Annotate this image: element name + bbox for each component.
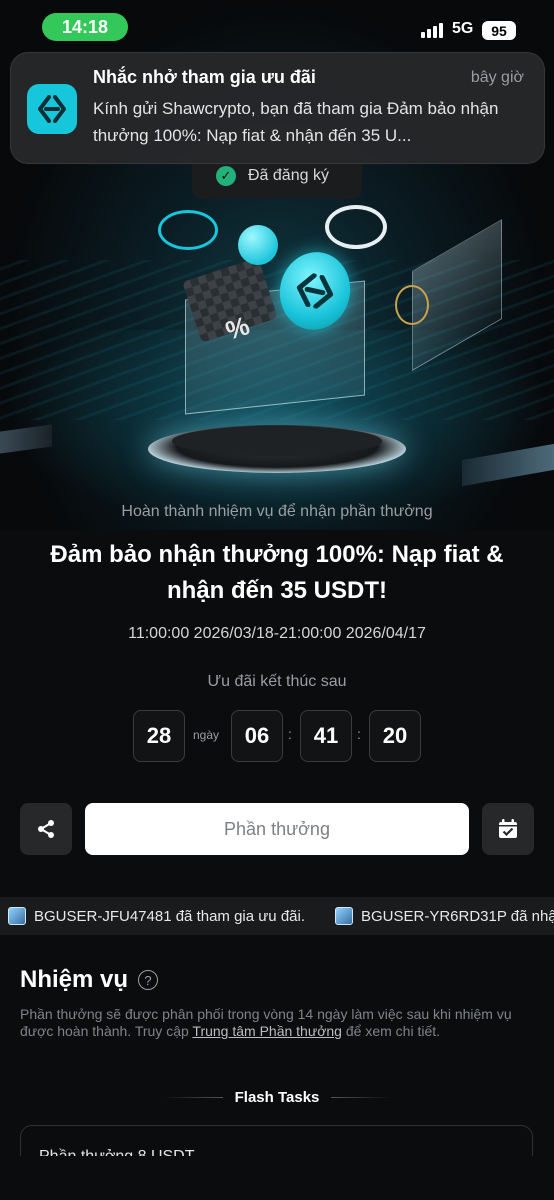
countdown-timer: 28 ngày 06 : 41 : 20 bbox=[0, 710, 554, 762]
rewards-center-link[interactable]: Trung tâm Phần thưởng bbox=[192, 1023, 342, 1039]
divider-right bbox=[331, 1097, 392, 1098]
hero-ring bbox=[395, 285, 429, 325]
app-logo-icon bbox=[27, 84, 77, 134]
reward-button[interactable]: Phần thưởng bbox=[85, 803, 469, 855]
countdown-minutes: 41 bbox=[300, 710, 352, 762]
signal-icon bbox=[421, 22, 443, 38]
battery-indicator: 95 bbox=[482, 21, 516, 40]
tasks-heading: Nhiệm vụ ? bbox=[20, 966, 159, 994]
share-button[interactable] bbox=[20, 803, 72, 855]
promo-ends-label: Ưu đãi kết thúc sau bbox=[207, 673, 347, 690]
push-notification[interactable]: Nhắc nhở tham gia ưu đãi bây giờ Kính gử… bbox=[10, 52, 545, 164]
promo-title: Đảm bảo nhận thưởng 100%: Nạp fiat & nhậ… bbox=[50, 541, 504, 604]
countdown-separator: : bbox=[357, 726, 361, 742]
flash-tasks-header: Flash Tasks bbox=[0, 1089, 554, 1106]
user-avatar-icon bbox=[335, 907, 353, 925]
notification-body: Kính gửi Shawcrypto, bạn đã tham gia Đảm… bbox=[93, 99, 499, 145]
check-icon: ✓ bbox=[216, 165, 236, 186]
hero-pedestal-top bbox=[172, 426, 382, 456]
hero-ribbon-right bbox=[325, 205, 387, 249]
tasks-desc-text-end: để xem chi tiết. bbox=[341, 1023, 441, 1039]
ticker-item: BGUSER-JFU47481 đã tham gia ưu đãi. bbox=[8, 897, 305, 935]
tasks-title: Nhiệm vụ bbox=[20, 966, 129, 993]
status-bar: 14:18 5G 95 bbox=[0, 0, 554, 52]
countdown-days: 28 bbox=[133, 710, 185, 762]
countdown-days-unit: ngày bbox=[193, 728, 220, 742]
countdown-hours: 06 bbox=[231, 710, 283, 762]
divider-left bbox=[162, 1097, 223, 1098]
notification-time: bây giờ bbox=[470, 69, 524, 86]
promo-date-range: 11:00:00 2026/03/18-21:00:00 2026/04/17 bbox=[128, 625, 426, 642]
notification-title: Nhắc nhở tham gia ưu đãi bbox=[93, 67, 316, 87]
countdown-seconds: 20 bbox=[369, 710, 421, 762]
promo-subtitle: Hoàn thành nhiệm vụ để nhận phần thưởng bbox=[121, 503, 433, 520]
bottom-cutoff bbox=[0, 1156, 554, 1200]
hero-ball bbox=[238, 225, 278, 265]
hero-ribbon-left bbox=[158, 210, 218, 250]
user-avatar-icon bbox=[8, 907, 26, 925]
registered-label: Đã đăng ký bbox=[248, 166, 329, 184]
help-icon[interactable]: ? bbox=[138, 970, 159, 990]
countdown-separator: : bbox=[288, 726, 292, 742]
network-type: 5G bbox=[452, 20, 474, 37]
status-time: 14:18 bbox=[42, 13, 128, 41]
ticker-text: BGUSER-YR6RD31P đã nhận bbox=[361, 907, 554, 925]
ticker-item: BGUSER-YR6RD31P đã nhận bbox=[335, 897, 554, 935]
ticker-text: BGUSER-JFU47481 đã tham gia ưu đãi. bbox=[34, 907, 306, 925]
calendar-button[interactable] bbox=[482, 803, 534, 855]
tasks-description: Phần thưởng sẽ được phân phối trong vòng… bbox=[20, 1006, 530, 1040]
participants-ticker: BGUSER-JFU47481 đã tham gia ưu đãi. BGUS… bbox=[0, 897, 554, 935]
share-icon bbox=[38, 820, 54, 838]
flash-tasks-label: Flash Tasks bbox=[234, 1089, 320, 1106]
calendar-icon bbox=[499, 819, 517, 838]
